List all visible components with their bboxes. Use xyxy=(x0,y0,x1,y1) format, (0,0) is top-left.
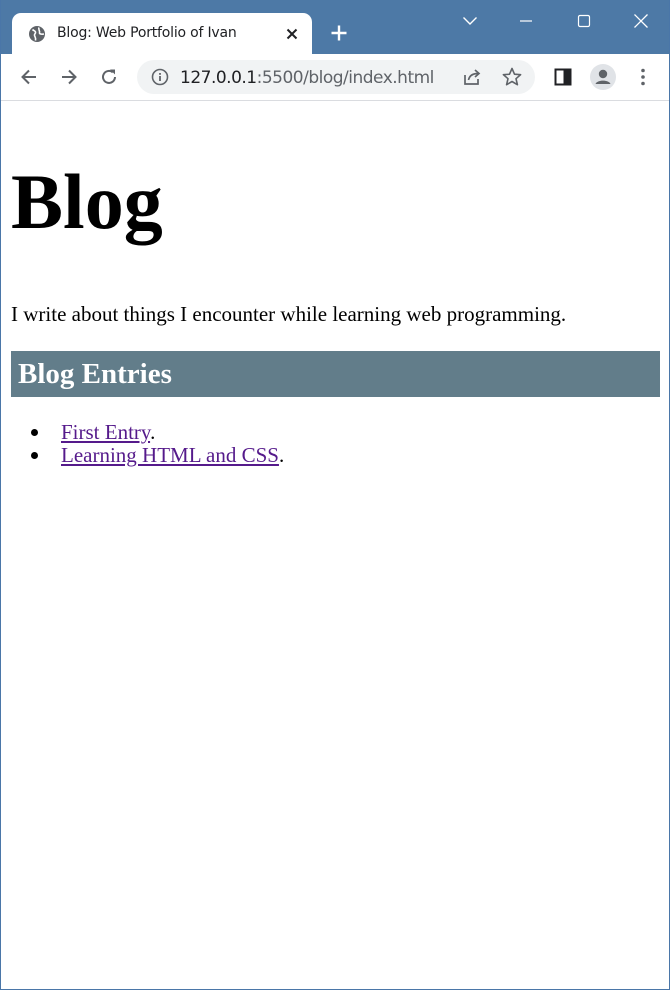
bullet xyxy=(31,452,38,459)
reload-icon[interactable] xyxy=(94,62,124,92)
intro-paragraph: I write about things I encounter while l… xyxy=(11,302,567,326)
entry-suffix: . xyxy=(278,443,285,467)
close-icon[interactable] xyxy=(282,24,302,44)
profile-icon[interactable] xyxy=(588,62,618,92)
page-title: Blog xyxy=(11,158,163,245)
maximize-icon[interactable] xyxy=(571,8,597,34)
arrow-right-icon[interactable] xyxy=(54,62,84,92)
section-heading: Blog Entries xyxy=(11,351,660,397)
url-path: :5500/blog/index.html xyxy=(256,68,435,88)
entry-link-first-entry[interactable]: First Entry xyxy=(61,420,150,444)
browser-toolbar: 127.0.0.1:5500/blog/index.html xyxy=(1,54,669,101)
address-bar[interactable]: 127.0.0.1:5500/blog/index.html xyxy=(137,60,535,94)
arrow-left-icon[interactable] xyxy=(14,62,44,92)
bullet xyxy=(31,429,38,436)
side-panel-icon[interactable] xyxy=(548,62,578,92)
page-content: Blog I write about things I encounter wh… xyxy=(1,101,669,989)
url-text[interactable]: 127.0.0.1:5500/blog/index.html xyxy=(180,68,434,88)
window-close-icon[interactable] xyxy=(628,8,654,34)
kebab-menu-icon[interactable] xyxy=(628,62,658,92)
list-item: Learning HTML and CSS. xyxy=(31,444,284,467)
minimize-icon[interactable] xyxy=(513,8,539,34)
list-item: First Entry. xyxy=(31,421,284,444)
chevron-down-icon[interactable] xyxy=(457,8,483,34)
url-host: 127.0.0.1 xyxy=(180,68,257,88)
plus-icon[interactable] xyxy=(327,21,351,45)
entry-suffix: . xyxy=(150,420,156,444)
blog-entry-list: First Entry. Learning HTML and CSS. xyxy=(31,421,284,467)
tab-title: Blog: Web Portfolio of Ivan xyxy=(57,25,237,41)
globe-icon xyxy=(28,25,46,43)
browser-window: Blog: Web Portfolio of Ivan 127.0.0.1:55… xyxy=(0,0,670,990)
tab-strip: Blog: Web Portfolio of Ivan xyxy=(1,0,669,54)
info-icon[interactable] xyxy=(151,68,169,86)
star-icon[interactable] xyxy=(501,66,523,88)
share-icon[interactable] xyxy=(461,66,483,88)
entry-link-learning-html-css[interactable]: Learning HTML and CSS xyxy=(61,443,279,467)
active-tab[interactable]: Blog: Web Portfolio of Ivan xyxy=(12,13,312,54)
